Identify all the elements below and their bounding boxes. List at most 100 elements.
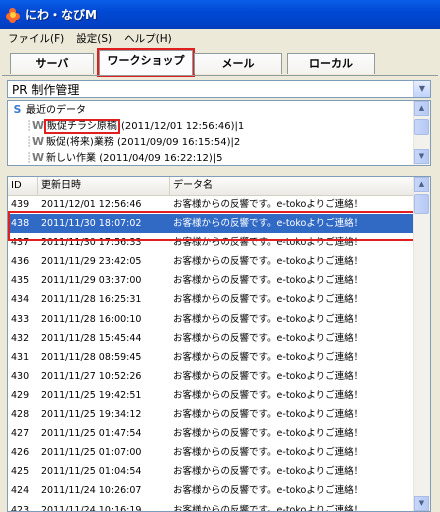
table-row[interactable]: 433 2011/11/28 16:00:10 お客様からの反響です。e-tokoよ… bbox=[8, 310, 414, 329]
cell-date: 2011/11/28 08:59:45 bbox=[41, 351, 142, 363]
tree-item-name: 販促(将来)業務 bbox=[46, 137, 114, 148]
menu-settings[interactable]: 設定(S) bbox=[68, 31, 116, 46]
cell-name: お客様からの反響です。e-tokoよりご連絡！ bbox=[173, 409, 364, 421]
cell-name: お客様からの反響です。e-tokoよりご連絡！ bbox=[173, 237, 364, 249]
table-row[interactable]: 431 2011/11/28 08:59:45 お客様からの反響です。e-tokoよ… bbox=[8, 348, 414, 367]
cell-id: 427 bbox=[11, 428, 30, 440]
table-row[interactable]: 438 2011/11/30 18:07:02 お客様からの反響です。e-tokoよ… bbox=[8, 214, 414, 234]
app-flower-icon bbox=[6, 7, 20, 23]
cell-date: 2011/11/30 17:56:33 bbox=[41, 237, 142, 249]
cell-id: 437 bbox=[11, 237, 30, 249]
cell-name: お客様からの反響です。e-tokoよりご連絡！ bbox=[173, 218, 364, 230]
menu-help[interactable]: ヘルプ(H) bbox=[116, 31, 176, 46]
cell-name: お客様からの反響です。e-tokoよりご連絡！ bbox=[173, 275, 364, 287]
table-row[interactable]: 427 2011/11/25 01:47:54 お客様からの反響です。e-tokoよ… bbox=[8, 424, 414, 443]
cell-date: 2011/11/28 16:25:31 bbox=[41, 294, 142, 306]
cell-date: 2011/11/25 01:07:00 bbox=[41, 447, 142, 459]
cell-date: 2011/11/25 01:04:54 bbox=[41, 466, 142, 478]
cell-id: 428 bbox=[11, 409, 30, 421]
table-row[interactable]: 436 2011/11/29 23:42:05 お客様からの反響です。e-tokoよ… bbox=[8, 252, 414, 271]
cell-id: 432 bbox=[11, 332, 30, 344]
tab-workshop[interactable]: ワークショップ bbox=[97, 48, 195, 77]
cell-name: お客様からの反響です。e-tokoよりご連絡！ bbox=[173, 504, 364, 512]
tab-mail[interactable]: メール bbox=[194, 53, 282, 74]
cell-date: 2011/11/24 10:16:19 bbox=[41, 504, 142, 512]
cell-name: お客様からの反響です。e-tokoよりご連絡！ bbox=[173, 294, 364, 306]
table-row[interactable]: 424 2011/11/24 10:26:07 お客様からの反響です。e-tokoよ… bbox=[8, 481, 414, 500]
tree-scrollbar[interactable]: ▲ ▼ bbox=[413, 101, 430, 165]
header-data-name[interactable]: データ名 bbox=[170, 177, 414, 195]
tree-item-meta: (2011/09/09 16:15:54)|2 bbox=[117, 137, 241, 148]
title-bar[interactable]: にわ・なびM bbox=[0, 0, 440, 29]
cell-date: 2011/11/30 18:07:02 bbox=[41, 218, 142, 230]
cell-name: お客様からの反響です。e-tokoよりご連絡！ bbox=[173, 332, 364, 344]
tab-divider bbox=[2, 75, 438, 76]
w-icon: W bbox=[32, 135, 45, 148]
table-row[interactable]: 428 2011/11/25 19:34:12 お客様からの反響です。e-tokoよ… bbox=[8, 405, 414, 424]
tree-item-meta: (2011/12/01 12:56:46)|1 bbox=[121, 121, 245, 132]
table-row[interactable]: 426 2011/11/25 01:07:00 お客様からの反響です。e-tokoよ… bbox=[8, 443, 414, 462]
cell-name: お客様からの反響です。e-tokoよりご連絡！ bbox=[173, 428, 364, 440]
data-table: ID 更新日時 データ名 439 2011/12/01 12:56:46 お客様から… bbox=[7, 176, 431, 512]
cell-id: 430 bbox=[11, 370, 30, 382]
cell-name: お客様からの反響です。e-tokoよりご連絡！ bbox=[173, 313, 364, 325]
tab-bar: サーバ ワークショップ メール ローカル bbox=[0, 48, 440, 78]
header-updated[interactable]: 更新日時 bbox=[38, 177, 170, 195]
table-row[interactable]: 432 2011/11/28 15:45:44 お客様からの反響です。e-tokoよ… bbox=[8, 329, 414, 348]
cell-date: 2011/12/01 12:56:46 bbox=[41, 199, 142, 210]
table-row[interactable]: 434 2011/11/28 16:25:31 お客様からの反響です。e-tokoよ… bbox=[8, 290, 414, 309]
scroll-up-icon[interactable]: ▲ bbox=[414, 177, 429, 192]
tree-item-name: 新しい作業 bbox=[46, 153, 97, 164]
header-id[interactable]: ID bbox=[8, 177, 38, 195]
tree-root[interactable]: S 最近のデータ bbox=[12, 102, 86, 117]
tree-item[interactable]: ┊W 販促(将来)業務 (2011/09/09 16:15:54)|2 bbox=[26, 134, 240, 149]
cell-id: 439 bbox=[11, 199, 30, 210]
scroll-thumb[interactable] bbox=[414, 119, 429, 135]
cell-name: お客様からの反響です。e-tokoよりご連絡！ bbox=[173, 351, 364, 363]
scroll-up-icon[interactable]: ▲ bbox=[414, 101, 429, 116]
cell-date: 2011/11/27 10:52:26 bbox=[41, 370, 142, 382]
w-icon: W bbox=[32, 151, 45, 164]
scroll-down-icon[interactable]: ▼ bbox=[414, 496, 429, 511]
cell-name: お客様からの反響です。e-tokoよりご連絡！ bbox=[173, 389, 364, 401]
cell-name: お客様からの反響です。e-tokoよりご連絡！ bbox=[173, 199, 364, 210]
cell-id: 433 bbox=[11, 313, 30, 325]
table-row[interactable]: 429 2011/11/25 19:42:51 お客様からの反響です。e-tokoよ… bbox=[8, 386, 414, 405]
cell-name: お客様からの反響です。e-tokoよりご連絡！ bbox=[173, 485, 364, 497]
scroll-down-icon[interactable]: ▼ bbox=[414, 149, 429, 164]
table-row[interactable]: 423 2011/11/24 10:16:19 お客様からの反響です。e-tokoよ… bbox=[8, 501, 414, 512]
cell-date: 2011/11/25 19:42:51 bbox=[41, 389, 142, 401]
cell-id: 435 bbox=[11, 275, 30, 287]
cell-name: お客様からの反響です。e-tokoよりご連絡！ bbox=[173, 370, 364, 382]
cell-date: 2011/11/28 15:45:44 bbox=[41, 332, 142, 344]
table-row[interactable]: 435 2011/11/29 03:37:00 お客様からの反響です。e-tokoよ… bbox=[8, 271, 414, 290]
cell-id: 426 bbox=[11, 447, 30, 459]
splitter[interactable] bbox=[0, 167, 440, 175]
chevron-down-icon[interactable]: ▼ bbox=[413, 81, 430, 97]
cell-name: お客様からの反響です。e-tokoよりご連絡！ bbox=[173, 256, 364, 268]
cell-id: 425 bbox=[11, 466, 30, 478]
menu-file[interactable]: ファイル(F) bbox=[0, 31, 68, 46]
cell-id: 434 bbox=[11, 294, 30, 306]
table-row[interactable]: 437 2011/11/30 17:56:33 お客様からの反響です。e-tokoよ… bbox=[8, 233, 414, 252]
table-scrollbar[interactable]: ▲ ▼ bbox=[413, 177, 430, 511]
cell-name: お客様からの反響です。e-tokoよりご連絡！ bbox=[173, 466, 364, 478]
cell-id: 423 bbox=[11, 504, 30, 512]
table-row[interactable]: 425 2011/11/25 01:04:54 お客様からの反響です。e-tokoよ… bbox=[8, 462, 414, 481]
table-row[interactable]: 430 2011/11/27 10:52:26 お客様からの反響です。e-tokoよ… bbox=[8, 367, 414, 386]
tab-local[interactable]: ローカル bbox=[287, 53, 375, 74]
table-header: ID 更新日時 データ名 bbox=[8, 177, 414, 196]
table-row[interactable]: 439 2011/12/01 12:56:46 お客様からの反響です。e-tokoよ… bbox=[8, 195, 414, 214]
tab-server[interactable]: サーバ bbox=[10, 53, 94, 74]
tree-item[interactable]: ┊W 販促チラシ原稿 (2011/12/01 12:56:46)|1 bbox=[26, 118, 245, 134]
cell-date: 2011/11/29 03:37:00 bbox=[41, 275, 142, 287]
cell-id: 429 bbox=[11, 389, 30, 401]
tree-item[interactable]: ┊W 新しい作業 (2011/04/09 16:22:12)|5 bbox=[26, 150, 222, 165]
cell-id: 424 bbox=[11, 485, 30, 497]
project-select[interactable]: PR 制作管理 ▼ bbox=[7, 80, 431, 98]
cell-date: 2011/11/25 01:47:54 bbox=[41, 428, 142, 440]
menu-bar: ファイル(F) 設定(S) ヘルプ(H) bbox=[0, 29, 440, 48]
cell-id: 438 bbox=[11, 218, 30, 230]
scroll-thumb[interactable] bbox=[414, 194, 429, 214]
tree-root-label: 最近のデータ bbox=[26, 105, 86, 116]
